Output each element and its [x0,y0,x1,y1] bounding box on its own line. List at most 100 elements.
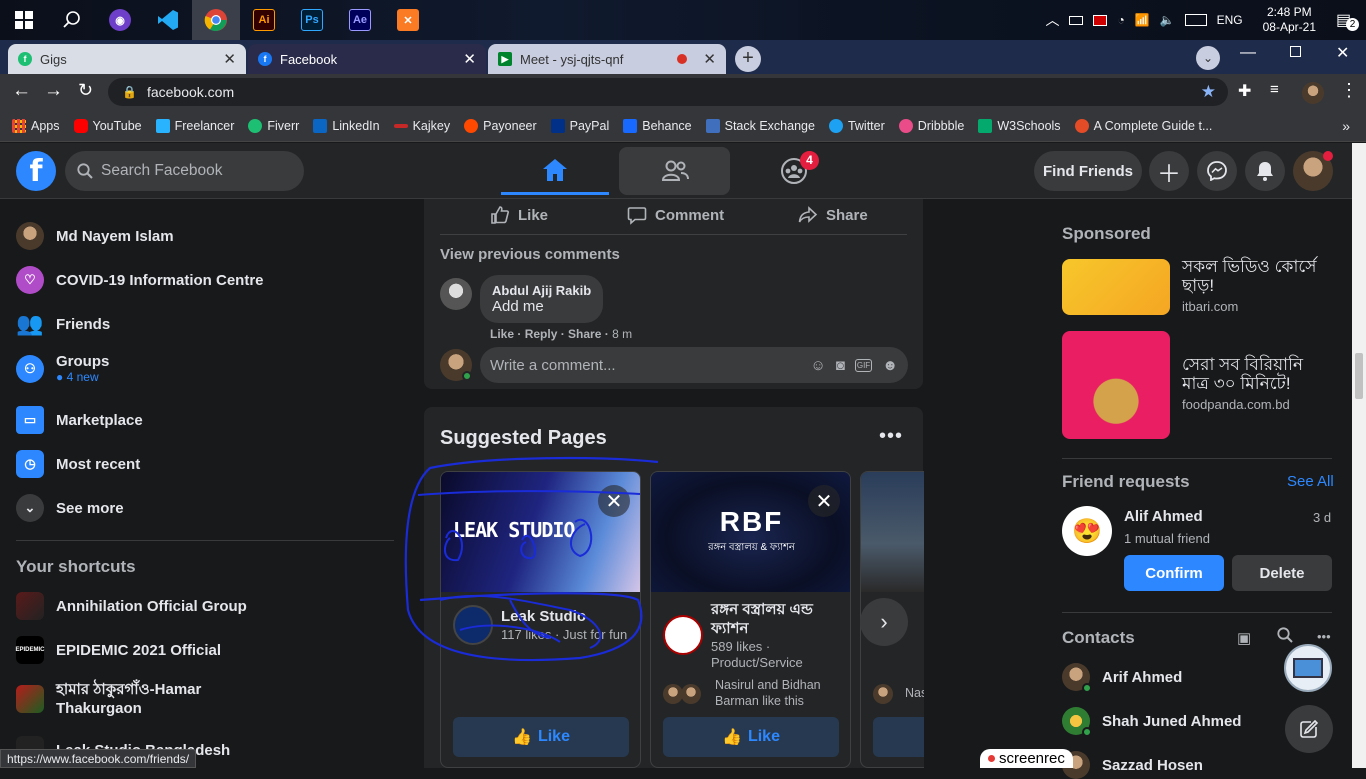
bookmark-twitter[interactable]: Twitter [828,118,885,133]
friend-request-avatar[interactable]: 😍 [1062,506,1112,556]
battery-icon[interactable] [1069,15,1084,25]
comment-author[interactable]: Abdul Ajij Rakib [492,283,591,298]
new-message-button[interactable] [1285,705,1333,753]
contact-item[interactable]: Arif Ahmed [1062,663,1182,693]
window-close-icon[interactable]: ✕ [1336,43,1349,63]
tab-home[interactable] [501,147,609,195]
sponsored-ad[interactable]: সেরা সব বিরিয়ানি মাত্র ৩০ মিনিটে! foodp… [1062,331,1332,439]
notifications-bell-icon[interactable] [1245,151,1285,191]
close-tab-icon[interactable]: ✕ [223,50,236,68]
shortcut-epidemic[interactable]: EPIDEMIC EPIDEMIC 2021 Official [16,636,221,664]
like-page-button[interactable] [873,717,924,757]
sidebar-item-marketplace[interactable]: ▭ Marketplace [16,406,143,434]
bookmark-behance[interactable]: Behance [623,118,692,133]
forward-icon[interactable]: → [44,80,63,102]
new-room-icon[interactable]: ▣ [1237,629,1251,647]
bookmark-linkedin[interactable]: LinkedIn [313,118,380,133]
window-restore-icon[interactable] [1290,46,1301,57]
profile-avatar[interactable] [1302,82,1324,104]
camera-icon[interactable]: ◙ [836,357,845,374]
requester-name[interactable]: Alif Ahmed [1124,508,1203,525]
bookmark-payoneer[interactable]: Payoneer [464,118,537,133]
scrollbar-thumb[interactable] [1355,353,1363,399]
reload-icon[interactable]: ↻ [78,80,93,101]
comment-share-link[interactable]: Share [568,327,601,341]
mutual-friends[interactable]: 1 mutual friend [1124,531,1210,546]
vscode-icon[interactable] [144,0,192,40]
github-desktop-icon[interactable]: ◉ [96,0,144,40]
tab-friends[interactable] [619,147,730,195]
bookmark-star-icon[interactable]: ★ [1201,82,1216,102]
sidebar-item-profile[interactable]: Md Nayem Islam [16,222,174,250]
keyboard-icon[interactable] [1184,14,1207,26]
chevron-up-icon[interactable]: ︿ [1045,10,1059,30]
like-page-button[interactable]: 👍 Like [453,717,629,757]
like-page-button[interactable]: 👍 Like [663,717,839,757]
dismiss-page-button[interactable]: ✕ [598,485,630,517]
close-tab-icon[interactable]: ✕ [463,50,476,68]
volume-icon[interactable]: 🔈 [1160,13,1175,27]
sidebar-item-see-more[interactable]: ⌄ See more [16,494,124,522]
media-control-icon[interactable]: ≡ [1270,81,1279,98]
gif-icon[interactable]: GIF [854,358,873,372]
sidebar-item-groups[interactable]: ⚇ Groups ● 4 new [16,353,109,384]
comment-time[interactable]: 8 m [612,327,632,341]
contact-item[interactable]: Shah Juned Ahmed [1062,707,1241,737]
tab-groups[interactable]: 4 [738,147,849,195]
chrome-menu-icon[interactable]: ⋮ [1340,80,1358,101]
chrome-icon[interactable] [192,0,240,40]
webcam-overlay-icon[interactable] [1284,644,1332,692]
clock[interactable]: 2:48 PM 08-Apr-21 [1263,5,1316,35]
tab-search-icon[interactable]: ⌄ [1196,46,1220,70]
search-input[interactable]: Search Facebook [65,151,304,191]
windows-start-icon[interactable] [0,0,48,40]
window-minimize-icon[interactable]: — [1240,44,1256,62]
wifi-icon[interactable]: 📶 [1135,13,1150,27]
more-options-icon[interactable]: ••• [879,425,903,448]
address-bar[interactable]: 🔒 facebook.com ★ [108,78,1228,106]
bookmark-guide[interactable]: A Complete Guide t... [1074,118,1212,133]
comment-button[interactable]: Comment [627,205,724,225]
tab-facebook[interactable]: f Facebook ✕ [248,44,486,74]
account-avatar[interactable] [1293,151,1333,191]
my-avatar[interactable] [440,349,472,381]
share-button[interactable]: Share [798,205,868,225]
page-scrollbar[interactable] [1352,143,1366,768]
confirm-button[interactable]: Confirm [1124,555,1224,591]
language-indicator[interactable]: ENG [1217,13,1243,27]
close-tab-icon[interactable]: ✕ [703,50,716,68]
sidebar-item-friends[interactable]: 👥 Friends [16,310,110,338]
sidebar-item-covid[interactable]: ♡ COVID-19 Information Centre [16,266,264,294]
sponsored-ad[interactable]: সকল ভিডিও কোর্সে ছাড়! itbari.com [1062,257,1332,317]
bookmark-paypal[interactable]: PayPal [550,118,609,133]
page-name[interactable]: রঙ্গন বস্ত্রালয় এন্ড ফ্যাশন [711,600,841,638]
after-effects-icon[interactable]: Ae [336,0,384,40]
comment-like-link[interactable]: Like [490,327,514,341]
network-icon[interactable]: ◔ [1117,13,1124,27]
tab-meet[interactable]: ▶ Meet - ysj-qjts-qnf ✕ [488,44,726,74]
shortcut-hamar-thakurgaon[interactable]: হামার ঠাকুরগাঁও-Hamar Thakurgaon [16,680,276,718]
bookmark-youtube[interactable]: YouTube [73,118,142,133]
bookmark-apps[interactable]: Apps [12,118,60,133]
illustrator-icon[interactable]: Ai [240,0,288,40]
bookmark-w3schools[interactable]: W3Schools [978,118,1061,133]
write-comment-input[interactable]: Write a comment... ☺ ◙ GIF ☻ [480,347,908,383]
more-bookmarks-icon[interactable]: » [1342,118,1350,134]
extensions-icon[interactable]: ✚ [1238,81,1251,101]
suggested-page-card[interactable]: LEAK STUDIO ✕ Leak Studio 117 likes · Ju… [440,471,641,768]
sidebar-item-most-recent[interactable]: ◷ Most recent [16,450,140,478]
notification-center-icon[interactable]: ▤ 2 [1336,10,1359,31]
contact-item[interactable]: Sazzad Hosen [1062,751,1203,779]
sticker-icon[interactable]: ☻ [882,357,898,374]
bookmark-stack-exchange[interactable]: Stack Exchange [705,118,815,133]
messenger-icon[interactable] [1197,151,1237,191]
page-name[interactable]: Leak Studio [501,608,586,625]
like-button[interactable]: Like [490,205,548,225]
screen-record-icon[interactable] [1093,14,1108,26]
view-previous-comments-link[interactable]: View previous comments [440,246,620,263]
see-all-link[interactable]: See All [1287,473,1334,490]
suggested-page-card[interactable]: RBF রঙ্গন বস্ত্রালয় & ফ্যাশন ✕ রঙ্গন বস… [650,471,851,768]
emoji-icon[interactable]: ☺ [810,357,825,374]
search-icon[interactable] [48,0,96,40]
back-icon[interactable]: ← [12,80,31,102]
